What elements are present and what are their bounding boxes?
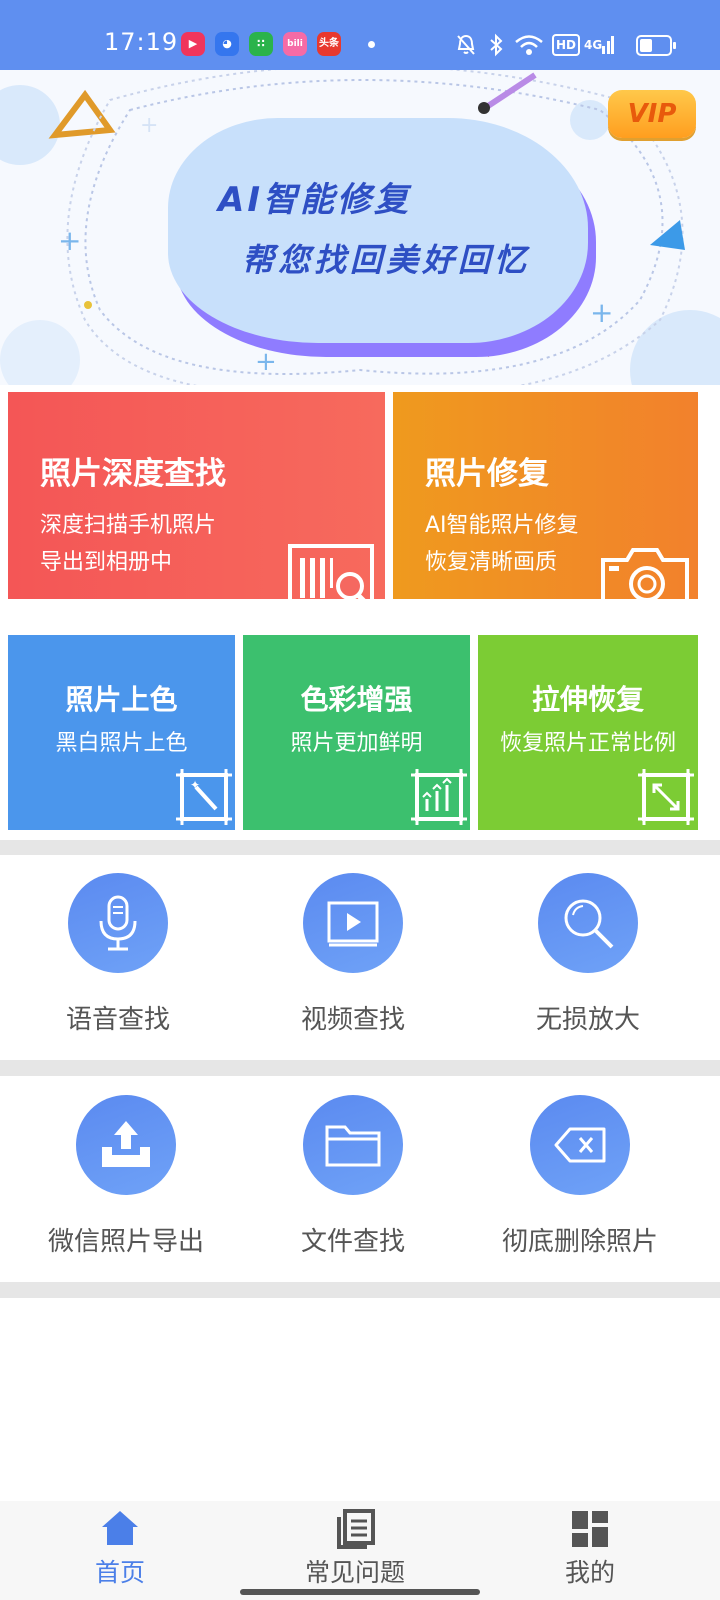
promo-banner[interactable]: + + + + AI智能修复 帮您找回美好回忆 VIP bbox=[0, 70, 720, 385]
banner-subtitle: 帮您找回美好回忆 bbox=[242, 241, 531, 279]
banner-cloud bbox=[168, 118, 588, 343]
deep-search-card[interactable]: 照片深度查找 深度扫描手机照片 导出到相册中 bbox=[8, 392, 385, 599]
barcode-search-icon bbox=[288, 544, 374, 599]
delete-backspace-icon bbox=[530, 1095, 630, 1195]
svg-text:+: + bbox=[255, 347, 277, 377]
wifi-icon bbox=[515, 35, 543, 55]
enhance-chart-frame-icon bbox=[411, 769, 467, 825]
photo-repair-title: 照片修复 bbox=[425, 456, 549, 492]
home-indicator-bar[interactable] bbox=[240, 1589, 480, 1595]
deep-search-desc-line1: 深度扫描手机照片 bbox=[40, 513, 217, 538]
camera-icon bbox=[601, 548, 689, 599]
stretch-frame-icon bbox=[638, 769, 694, 825]
tool-label: 视频查找 bbox=[300, 1005, 405, 1035]
home-icon bbox=[102, 1511, 138, 1545]
wechat-app-icon: ∷ bbox=[249, 32, 273, 56]
folder-icon bbox=[303, 1095, 403, 1195]
colorize-card[interactable]: 照片上色 黑白照片上色 ✦ bbox=[8, 635, 235, 830]
magic-wand-frame-icon: ✦ bbox=[176, 769, 232, 825]
nav-label: 首页 bbox=[94, 1558, 145, 1587]
toutiao-app-icon: 头条 bbox=[317, 32, 341, 56]
stretch-desc: 恢复照片正常比例 bbox=[499, 731, 676, 756]
svg-text:+: + bbox=[590, 296, 613, 329]
tool-label: 无损放大 bbox=[535, 1005, 640, 1035]
profile-grid-icon bbox=[572, 1511, 608, 1547]
baidu-app-icon: ◕ bbox=[215, 32, 239, 56]
tool-label: 彻底删除照片 bbox=[501, 1227, 658, 1257]
colorize-title: 照片上色 bbox=[65, 683, 178, 716]
banner-title: AI智能修复 bbox=[218, 180, 411, 220]
notification-dot bbox=[368, 41, 375, 48]
nav-label: 常见问题 bbox=[304, 1558, 405, 1587]
enhance-desc: 照片更加鲜明 bbox=[290, 731, 423, 756]
nav-item-home[interactable]: 首页 bbox=[40, 1501, 200, 1600]
status-bar: 17:19 ▶ ◕ ∷ bili 头条 HD 4G bbox=[0, 0, 720, 70]
mute-bell-icon bbox=[457, 34, 475, 55]
svg-text:+: + bbox=[58, 224, 81, 257]
photo-repair-desc-line1: AI智能照片修复 bbox=[425, 513, 579, 538]
hd-icon: HD bbox=[552, 34, 581, 56]
deep-search-desc: 深度扫描手机照片 导出到相册中 bbox=[40, 507, 216, 581]
signal-bars-icon bbox=[602, 36, 614, 54]
lossless-zoom-tool[interactable]: 无损放大 bbox=[478, 873, 698, 1036]
nav-item-faq[interactable]: 常见问题 bbox=[275, 1501, 435, 1600]
wechat-photo-export-tool[interactable]: 微信照片导出 bbox=[16, 1095, 236, 1258]
magnifier-icon bbox=[538, 873, 638, 973]
video-search-tool[interactable]: 视频查找 bbox=[243, 873, 463, 1036]
bottom-navigation: 首页 常见问题 我的 bbox=[0, 1501, 720, 1600]
nav-item-profile[interactable]: 我的 bbox=[510, 1501, 670, 1600]
file-search-tool[interactable]: 文件查找 bbox=[243, 1095, 463, 1258]
permanent-delete-tool[interactable]: 彻底删除照片 bbox=[470, 1095, 690, 1258]
enhance-card[interactable]: 色彩增强 照片更加鲜明 bbox=[243, 635, 470, 830]
tool-label: 微信照片导出 bbox=[47, 1227, 204, 1257]
section-divider bbox=[0, 1282, 720, 1298]
microphone-icon bbox=[68, 873, 168, 973]
signal-4g-icon: 4G bbox=[584, 38, 603, 52]
deep-search-desc-line2: 导出到相册中 bbox=[40, 550, 173, 575]
deep-search-title: 照片深度查找 bbox=[40, 456, 226, 492]
photo-repair-desc-line2: 恢复清晰画质 bbox=[425, 550, 558, 575]
stretch-card[interactable]: 拉伸恢复 恢复照片正常比例 bbox=[478, 635, 698, 830]
video-app-icon: ▶ bbox=[181, 32, 205, 56]
upload-tray-icon bbox=[76, 1095, 176, 1195]
tool-label: 文件查找 bbox=[300, 1227, 405, 1257]
colorize-desc: 黑白照片上色 bbox=[55, 731, 188, 756]
svg-text:✦: ✦ bbox=[190, 778, 200, 792]
faq-document-icon bbox=[337, 1509, 375, 1549]
enhance-title: 色彩增强 bbox=[300, 683, 413, 716]
voice-search-tool[interactable]: 语音查找 bbox=[8, 873, 228, 1036]
status-time: 17:19 bbox=[104, 28, 179, 56]
stretch-title: 拉伸恢复 bbox=[531, 683, 644, 716]
svg-text:+: + bbox=[140, 113, 158, 138]
vip-badge[interactable]: VIP bbox=[608, 90, 696, 138]
section-divider bbox=[0, 840, 720, 855]
bluetooth-icon bbox=[490, 33, 503, 57]
photo-repair-desc: AI智能照片修复 恢复清晰画质 bbox=[425, 507, 579, 581]
bilibili-app-icon: bili bbox=[283, 32, 307, 56]
photo-repair-card[interactable]: 照片修复 AI智能照片修复 恢复清晰画质 bbox=[393, 392, 698, 599]
tool-label: 语音查找 bbox=[65, 1005, 170, 1035]
video-play-icon bbox=[303, 873, 403, 973]
nav-label: 我的 bbox=[564, 1558, 615, 1587]
section-divider bbox=[0, 1060, 720, 1076]
battery-icon bbox=[636, 35, 676, 56]
